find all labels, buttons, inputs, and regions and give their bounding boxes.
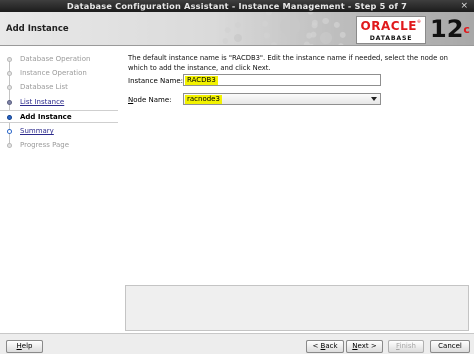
next-button[interactable]: Next > [346,340,383,353]
product-name: DATABASE [369,35,413,42]
back-button[interactable]: < Back [306,340,344,353]
step-instance-operation: Instance Operation [0,67,118,79]
step-label[interactable]: Summary [20,125,54,137]
cancel-button[interactable]: Cancel [430,340,470,353]
help-button[interactable]: Help [6,340,43,353]
step-summary[interactable]: Summary [0,125,118,137]
messages-panel [125,285,469,331]
instance-name-value[interactable]: RACDB3 [185,76,218,85]
node-name-label: Node Name: [128,96,172,104]
step-status-icon [7,128,12,134]
gear-graphic-icon [306,18,346,45]
step-add-instance: Add Instance [0,110,118,123]
step-status-icon [7,142,12,148]
wizard-footer: Help < Back Next > Finish Cancel [0,333,474,354]
step-label[interactable]: List Instance [20,96,64,108]
step-label: Add Instance [20,113,72,121]
step-status-icon [7,99,12,105]
step-database-operation: Database Operation [0,53,118,65]
gear-graphic-icon [222,22,254,45]
step-label: Progress Page [20,141,70,149]
step-current-icon [7,114,12,120]
step-status-icon [7,56,12,62]
step-label: Database List [20,83,68,91]
window-title-bar: Database Configuration Assistant - Insta… [0,0,474,12]
finish-button[interactable]: Finish [388,340,424,353]
header-banner: Add Instance ORACLE® DATABASE 12c [0,12,474,46]
window-title: Database Configuration Assistant - Insta… [66,1,408,11]
instance-name-label: Instance Name: [128,77,184,85]
node-name-dropdown[interactable]: racnode3 [183,93,381,105]
version-badge: 12c [430,15,470,43]
wizard-steps-sidebar: Database Operation Instance Operation Da… [0,47,118,333]
step-status-icon [7,84,12,90]
instructions-text: The default instance name is "RACDB3". E… [128,54,448,72]
instance-name-input[interactable]: RACDB3 [183,74,381,86]
step-database-list: Database List [0,81,118,93]
chevron-down-icon[interactable] [371,97,377,101]
oracle-logo: ORACLE® DATABASE [356,16,426,44]
node-name-value[interactable]: racnode3 [185,95,222,104]
step-label: Instance Operation [20,69,87,77]
window-close-icon[interactable]: × [460,0,468,12]
oracle-brand-text: ORACLE® [360,19,422,33]
step-list-instance[interactable]: List Instance [0,96,118,108]
step-progress-page: Progress Page [0,139,118,151]
step-status-icon [7,70,12,76]
page-title: Add Instance [6,24,69,34]
step-label: Database Operation [20,55,91,63]
